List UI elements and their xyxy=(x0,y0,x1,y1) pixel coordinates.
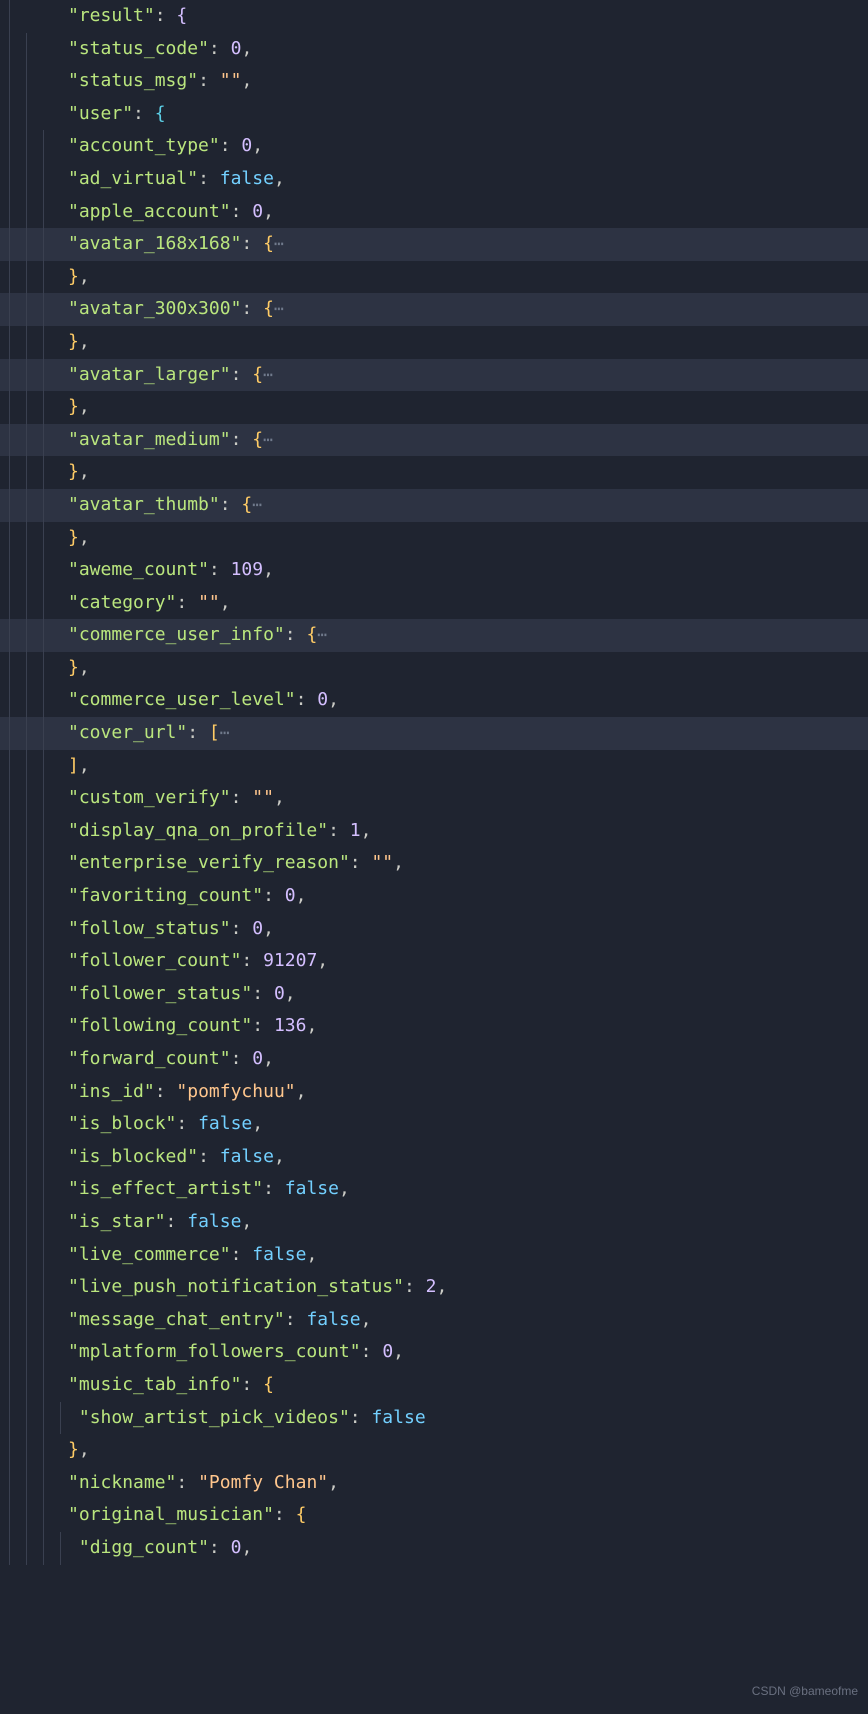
code-line: "following_count": 136, xyxy=(0,1010,868,1043)
fold-ellipsis-icon: ⋯ xyxy=(274,234,284,253)
code-line: "nickname": "Pomfy Chan", xyxy=(0,1467,868,1500)
code-line: }, xyxy=(0,391,868,424)
fold-ellipsis-icon: ⋯ xyxy=(274,299,284,318)
code-line: }, xyxy=(0,261,868,294)
code-line: "follower_count": 91207, xyxy=(0,945,868,978)
code-line: }, xyxy=(0,456,868,489)
code-line: }, xyxy=(0,326,868,359)
watermark: CSDN @bameofme xyxy=(752,1675,858,1708)
code-line: "category": "", xyxy=(0,587,868,620)
fold-ellipsis-icon: ⋯ xyxy=(263,365,273,384)
code-line: "favoriting_count": 0, xyxy=(0,880,868,913)
code-line: }, xyxy=(0,652,868,685)
code-line: "live_commerce": false, xyxy=(0,1239,868,1272)
code-line: "show_artist_pick_videos": false xyxy=(0,1402,868,1435)
code-line: "mplatform_followers_count": 0, xyxy=(0,1336,868,1369)
code-line: "forward_count": 0, xyxy=(0,1043,868,1076)
code-line: "commerce_user_level": 0, xyxy=(0,684,868,717)
code-editor[interactable]: "result": { "status_code": 0, "status_ms… xyxy=(0,0,868,1565)
code-line: "user": { xyxy=(0,98,868,131)
code-line: }, xyxy=(0,522,868,555)
code-line: "ad_virtual": false, xyxy=(0,163,868,196)
code-line: }, xyxy=(0,1434,868,1467)
code-line: "is_blocked": false, xyxy=(0,1141,868,1174)
code-line: "result": { xyxy=(0,0,868,33)
code-line: "aweme_count": 109, xyxy=(0,554,868,587)
code-line: "display_qna_on_profile": 1, xyxy=(0,815,868,848)
code-line-collapsed[interactable]: "avatar_medium": {⋯ xyxy=(0,424,868,457)
code-line-collapsed[interactable]: "cover_url": [⋯ xyxy=(0,717,868,750)
code-line-collapsed[interactable]: "avatar_larger": {⋯ xyxy=(0,359,868,392)
code-line: "apple_account": 0, xyxy=(0,196,868,229)
code-line: "account_type": 0, xyxy=(0,130,868,163)
code-line: ], xyxy=(0,750,868,783)
code-line: "music_tab_info": { xyxy=(0,1369,868,1402)
code-line: "live_push_notification_status": 2, xyxy=(0,1271,868,1304)
code-line-collapsed[interactable]: "commerce_user_info": {⋯ xyxy=(0,619,868,652)
fold-ellipsis-icon: ⋯ xyxy=(220,723,230,742)
code-line-collapsed[interactable]: "avatar_thumb": {⋯ xyxy=(0,489,868,522)
fold-ellipsis-icon: ⋯ xyxy=(317,625,327,644)
fold-ellipsis-icon: ⋯ xyxy=(263,430,273,449)
code-line: "custom_verify": "", xyxy=(0,782,868,815)
code-line: "original_musician": { xyxy=(0,1499,868,1532)
code-line: "is_star": false, xyxy=(0,1206,868,1239)
code-line: "message_chat_entry": false, xyxy=(0,1304,868,1337)
code-line: "enterprise_verify_reason": "", xyxy=(0,847,868,880)
code-line: "is_block": false, xyxy=(0,1108,868,1141)
code-line: "follow_status": 0, xyxy=(0,913,868,946)
code-line: "ins_id": "pomfychuu", xyxy=(0,1076,868,1109)
code-line: "status_msg": "", xyxy=(0,65,868,98)
code-line-collapsed[interactable]: "avatar_168x168": {⋯ xyxy=(0,228,868,261)
code-line: "status_code": 0, xyxy=(0,33,868,66)
fold-ellipsis-icon: ⋯ xyxy=(252,495,262,514)
code-line: "is_effect_artist": false, xyxy=(0,1173,868,1206)
code-line-collapsed[interactable]: "avatar_300x300": {⋯ xyxy=(0,293,868,326)
code-line: "digg_count": 0, xyxy=(0,1532,868,1565)
code-line: "follower_status": 0, xyxy=(0,978,868,1011)
